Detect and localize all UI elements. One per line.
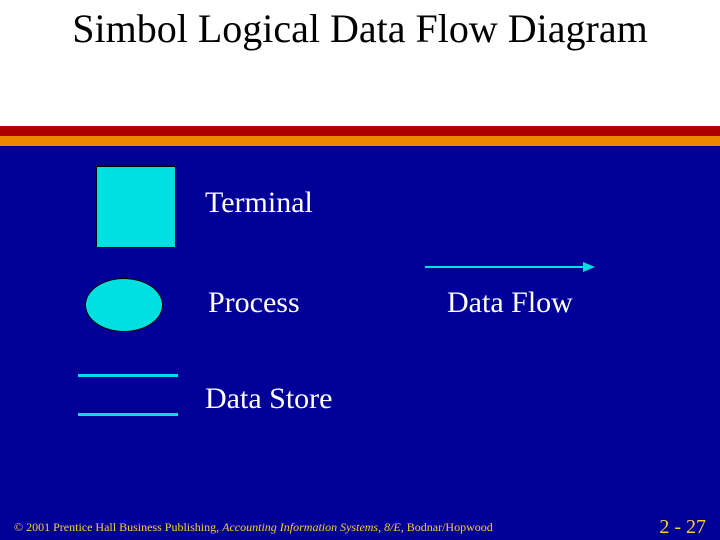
footer: © 2001 Prentice Hall Business Publishing…: [0, 506, 720, 540]
footer-book-title: Accounting Information Systems, 8/E: [222, 520, 401, 534]
terminal-label: Terminal: [205, 186, 313, 220]
dataflow-label: Data Flow: [447, 286, 573, 320]
process-symbol: [85, 278, 163, 332]
terminal-symbol: [96, 166, 176, 248]
divider-orange: [0, 136, 720, 146]
footer-copyright: © 2001 Prentice Hall Business Publishing…: [14, 520, 222, 534]
datastore-symbol: [78, 374, 178, 416]
content-area: Terminal Process Data Flow Data Store: [0, 146, 720, 506]
datastore-label: Data Store: [205, 382, 332, 416]
process-label: Process: [208, 286, 300, 320]
footer-left: © 2001 Prentice Hall Business Publishing…: [14, 520, 493, 535]
dataflow-symbol: [425, 261, 595, 271]
footer-authors: , Bodnar/Hopwood: [401, 520, 493, 534]
slide-title: Simbol Logical Data Flow Diagram: [0, 6, 720, 52]
divider-red: [0, 126, 720, 136]
page-number: 2 - 27: [659, 516, 706, 539]
title-area: Simbol Logical Data Flow Diagram: [0, 0, 720, 126]
